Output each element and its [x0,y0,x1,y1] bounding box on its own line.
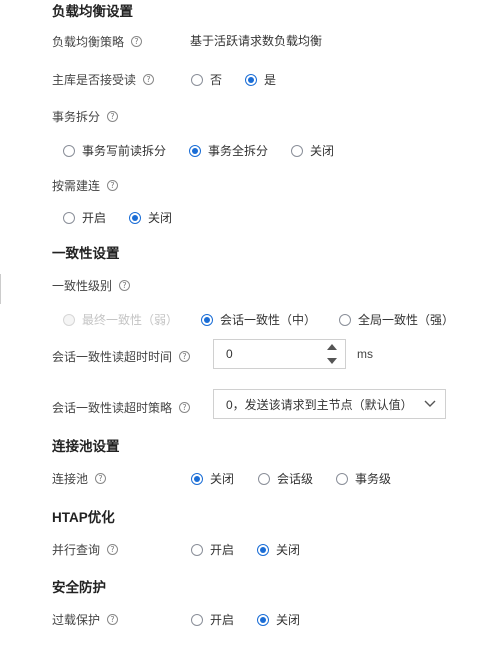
radio-circle-icon [191,543,203,556]
radio-circle-icon [63,144,75,157]
radio-consistency-eventual: 最终一致性（弱） [63,311,178,328]
radio-label: 关闭 [148,211,173,225]
radio-on-demand-off[interactable]: 关闭 [129,209,172,226]
pool-label: 连接池 ? [52,470,107,487]
radio-master-read-no[interactable]: 否 [191,71,222,88]
help-icon[interactable]: ? [119,280,131,291]
radio-circle-icon [291,144,303,157]
radio-circle-icon [257,543,269,556]
overload-protection-label: 过载保护 ? [52,611,119,628]
strategy-label-text: 负载均衡策略 [52,35,125,49]
master-read-label-text: 主库是否接受读 [52,73,137,87]
timeout-policy-select[interactable]: 0，发送该请求到主节点（默认值） [213,389,446,419]
section-title-load-balancing: 负载均衡设置 [52,4,133,19]
radio-label: 开启 [210,613,235,627]
help-icon[interactable]: ? [179,402,191,413]
timeout-policy-select-value: 0，发送该请求到主节点（默认值） [226,397,413,412]
radio-label: 全局一致性（强） [358,313,455,327]
radio-consistency-session[interactable]: 会话一致性（中） [201,311,316,328]
radio-label: 会话级 [277,472,314,486]
radio-circle-icon [191,73,203,86]
radio-label: 是 [264,73,277,87]
radio-overload-off[interactable]: 关闭 [257,611,300,628]
radio-label: 关闭 [276,613,301,627]
radio-label: 事务级 [355,472,392,486]
master-read-label: 主库是否接受读 ? [52,71,155,88]
radio-circle-icon [336,472,348,485]
radio-circle-icon [245,73,257,86]
on-demand-label-text: 按需建连 [52,179,101,193]
radio-label: 事务写前读拆分 [82,144,167,158]
stepper-up-icon[interactable] [327,344,337,350]
timeout-label-text: 会话一致性读超时时间 [52,350,173,364]
radio-pool-off[interactable]: 关闭 [191,470,234,487]
radio-circle-icon [191,472,203,485]
section-title-consistency: 一致性设置 [52,246,120,261]
overload-protection-label-text: 过载保护 [52,613,101,627]
section-title-htap: HTAP优化 [52,510,115,525]
strategy-label: 负载均衡策略 ? [52,33,143,50]
help-icon[interactable]: ? [95,473,107,484]
radio-on-demand-on[interactable]: 开启 [63,209,106,226]
parallel-query-label-text: 并行查询 [52,543,101,557]
radio-circle-icon [191,613,203,626]
radio-circle-icon [189,144,201,157]
radio-label: 关闭 [276,543,301,557]
radio-circle-icon [63,211,75,224]
timeout-label: 会话一致性读超时时间 ? [52,348,191,365]
help-icon[interactable]: ? [131,36,143,47]
radio-circle-icon [63,313,75,326]
help-icon[interactable]: ? [107,111,119,122]
radio-txn-split-read-before-write[interactable]: 事务写前读拆分 [63,142,166,159]
radio-circle-icon [129,211,141,224]
on-demand-label: 按需建连 ? [52,177,119,194]
edge-divider [0,274,1,304]
radio-circle-icon [201,313,213,326]
consistency-level-label: 一致性级别 ? [52,277,131,294]
help-icon[interactable]: ? [107,180,119,191]
radio-pool-session[interactable]: 会话级 [258,470,313,487]
radio-txn-split-full[interactable]: 事务全拆分 [189,142,268,159]
timeout-input[interactable]: 0 [213,339,346,369]
radio-consistency-global[interactable]: 全局一致性（强） [339,311,454,328]
timeout-unit: ms [357,347,373,361]
timeout-input-value: 0 [226,347,233,361]
help-icon[interactable]: ? [107,614,119,625]
radio-pool-transaction[interactable]: 事务级 [336,470,391,487]
section-title-security: 安全防护 [52,580,106,595]
chevron-down-icon [424,400,436,407]
radio-circle-icon [339,313,351,326]
radio-txn-split-off[interactable]: 关闭 [291,142,334,159]
radio-label: 关闭 [210,472,235,486]
radio-parallel-query-on[interactable]: 开启 [191,541,234,558]
pool-label-text: 连接池 [52,472,89,486]
strategy-value: 基于活跃请求数负载均衡 [190,34,323,48]
radio-parallel-query-off[interactable]: 关闭 [257,541,300,558]
radio-label: 关闭 [310,144,335,158]
radio-label: 事务全拆分 [208,144,269,158]
radio-label: 否 [210,73,223,87]
txn-split-label: 事务拆分 ? [52,108,119,125]
radio-label: 开启 [82,211,107,225]
section-title-pool: 连接池设置 [52,439,120,454]
radio-circle-icon [258,472,270,485]
txn-split-label-text: 事务拆分 [52,110,101,124]
stepper-down-icon[interactable] [327,358,337,364]
help-icon[interactable]: ? [107,544,119,555]
radio-label: 会话一致性（中） [220,313,317,327]
radio-label: 开启 [210,543,235,557]
radio-circle-icon [257,613,269,626]
parallel-query-label: 并行查询 ? [52,541,119,558]
timeout-policy-label-text: 会话一致性读超时策略 [52,401,173,415]
radio-overload-on[interactable]: 开启 [191,611,234,628]
help-icon[interactable]: ? [179,351,191,362]
help-icon[interactable]: ? [143,74,155,85]
timeout-policy-label: 会话一致性读超时策略 ? [52,399,191,416]
radio-label: 最终一致性（弱） [82,313,179,327]
radio-master-read-yes[interactable]: 是 [245,71,276,88]
consistency-level-label-text: 一致性级别 [52,279,113,293]
